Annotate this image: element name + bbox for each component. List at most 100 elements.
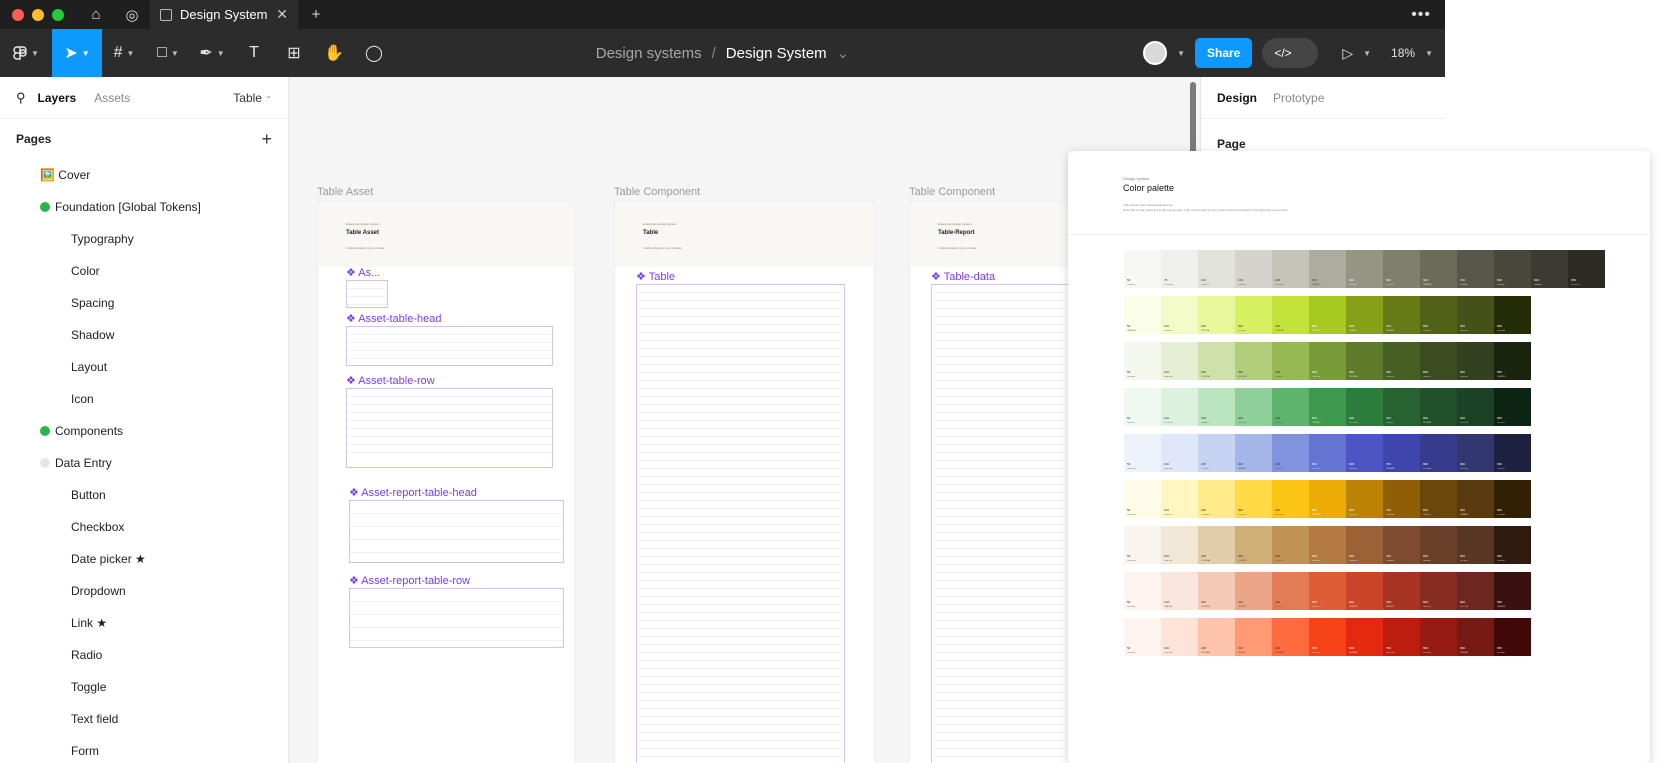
close-tab-icon[interactable]: ✕	[276, 6, 288, 23]
color-swatch[interactable]: 500 #A8C922	[1309, 296, 1346, 334]
color-swatch[interactable]: 700 #485F24	[1383, 342, 1420, 380]
share-button[interactable]: Share	[1194, 38, 1253, 68]
color-ramp[interactable]: 50 #F4F8EC 100 #E6EFD4 200 #CFE1AB 300 #B2CE7A 4…	[1124, 342, 1531, 380]
tab-prototype[interactable]: Prototype	[1273, 91, 1324, 105]
page-item[interactable]: Layout	[0, 351, 288, 383]
tab-assets[interactable]: Assets	[94, 91, 130, 105]
color-swatch[interactable]: 950 #410808	[1494, 618, 1531, 656]
color-swatch[interactable]: 900 #3B3B31	[1531, 250, 1568, 288]
frame-label[interactable]: Table Asset	[317, 186, 373, 198]
page-item[interactable]: Radio	[0, 639, 288, 671]
color-swatch[interactable]: 200 #BBE4C1	[1198, 388, 1235, 426]
color-swatch[interactable]: 300 #ECA687	[1235, 572, 1272, 610]
chevron-down-icon[interactable]: ▼	[1363, 49, 1371, 58]
color-swatch[interactable]: 800 #3B4C21	[1420, 342, 1457, 380]
color-swatch[interactable]: 600 #6B6B5A	[1420, 250, 1457, 288]
color-swatch[interactable]: 400 #959584	[1346, 250, 1383, 288]
component-preview[interactable]	[346, 280, 388, 308]
page-item[interactable]: 🖼️ Cover	[0, 159, 288, 191]
page-item[interactable]: Typography	[0, 223, 288, 255]
color-swatch[interactable]: 500 #6573D3	[1309, 434, 1346, 472]
maximize-window-button[interactable]	[52, 8, 64, 21]
home-icon[interactable]: ⌂	[78, 0, 114, 29]
color-ramp[interactable]: 50 #FEFBE8 100 #FFF6C2 200 #FFEB89 300 #FFD946 4…	[1124, 480, 1531, 518]
frame-tool-button[interactable]: # ▼	[102, 29, 146, 77]
chevron-down-icon[interactable]: ▼	[1177, 49, 1185, 58]
color-swatch[interactable]: 400 #8193DE	[1272, 434, 1309, 472]
color-ramp[interactable]: 50 #EEF2FB 100 #E0E7F8 200 #C7D3F2 300 #A5B6E9 4…	[1124, 434, 1531, 472]
color-swatch[interactable]: 800 #373B8D	[1420, 434, 1457, 472]
color-swatch[interactable]: 600 #9B6236	[1346, 526, 1383, 564]
page-item[interactable]: Form	[0, 735, 288, 763]
component-preview[interactable]	[349, 588, 564, 648]
page-select[interactable]: Table ⌃	[233, 91, 272, 105]
color-swatch[interactable]: 600 #BC8203	[1346, 480, 1383, 518]
color-swatch[interactable]: 700 #667A16	[1383, 296, 1420, 334]
search-icon[interactable]: ⚲	[16, 90, 26, 106]
color-swatch[interactable]: 200 #C7D3F2	[1198, 434, 1235, 472]
color-swatch[interactable]: 300 #A5B6E9	[1235, 434, 1272, 472]
color-swatch[interactable]: 50 #F9F5EE	[1124, 526, 1161, 564]
main-menu-button[interactable]: ▼	[0, 29, 52, 77]
color-swatch[interactable]: 400 #E37C56	[1272, 572, 1309, 610]
page-item[interactable]: Foundation [Global Tokens]	[0, 191, 288, 223]
component-label[interactable]: ❖ Table-data	[931, 270, 995, 283]
color-swatch[interactable]: 50 #FAFDE8	[1124, 296, 1161, 334]
color-ramp[interactable]: 50 #FDF4EF 100 #FAE6DC 200 #F4CAB6 300 #ECA687 4…	[1124, 572, 1531, 610]
color-ramp[interactable]: 50 #F6F6F4 75 #EFEFEB 100 #E2E2DC 150 #D4D4CC 20…	[1124, 250, 1605, 288]
color-swatch[interactable]: 800 #951B14	[1420, 618, 1457, 656]
color-swatch[interactable]: 900 #323770	[1457, 434, 1494, 472]
color-swatch[interactable]: 500 #789C38	[1309, 342, 1346, 380]
color-swatch[interactable]: 100 #FFE3D6	[1161, 618, 1198, 656]
color-swatch[interactable]: 950 #242D08	[1494, 296, 1531, 334]
color-swatch[interactable]: 100 #E6EFD4	[1161, 342, 1198, 380]
page-item[interactable]: Toggle	[0, 671, 288, 703]
color-swatch[interactable]: 400 #FCC414	[1272, 480, 1309, 518]
color-swatch[interactable]: 50 #FEFBE8	[1124, 480, 1161, 518]
text-tool-button[interactable]: T	[234, 29, 274, 77]
color-swatch[interactable]: 700 #7E4B2F	[1383, 526, 1420, 564]
frame-table-component[interactable]: Enterprise design system Table A table d…	[614, 201, 875, 763]
color-swatch[interactable]: 50 #F0F9F1	[1124, 388, 1161, 426]
color-swatch[interactable]: 600 #CA4428	[1346, 572, 1383, 610]
component-label[interactable]: ❖ Asset-table-row	[346, 374, 435, 387]
color-swatch[interactable]: 200 #E1CDAA	[1198, 526, 1235, 564]
color-swatch[interactable]: 950 #1F2141	[1494, 434, 1531, 472]
tab-design[interactable]: Design	[1217, 91, 1257, 105]
frame-table-asset[interactable]: Enterprise design system Table Asset A t…	[317, 201, 575, 763]
hand-tool-button[interactable]: ✋	[314, 29, 354, 77]
color-swatch[interactable]: 900 #781A14	[1457, 618, 1494, 656]
page-item[interactable]: Icon	[0, 383, 288, 415]
color-swatch[interactable]: 950 #1A230D	[1494, 342, 1531, 380]
component-label[interactable]: ❖ Table	[636, 270, 675, 283]
minimize-window-button[interactable]	[32, 8, 44, 21]
resources-button[interactable]: ⊞	[274, 29, 314, 77]
color-swatch[interactable]: 900 #334120	[1457, 342, 1494, 380]
page-item[interactable]: Shadow	[0, 319, 288, 351]
color-swatch[interactable]: 100 #E0E7F8	[1161, 434, 1198, 472]
color-swatch[interactable]: 600 #4D55C5	[1346, 434, 1383, 472]
color-swatch[interactable]: 400 #FD6A3D	[1272, 618, 1309, 656]
color-ramp[interactable]: 50 #F0F9F1 100 #DCF2DF 200 #BBE4C1 300 #8FCF99 4…	[1124, 388, 1531, 426]
color-swatch[interactable]: 700 #8F5E06	[1383, 480, 1420, 518]
color-swatch[interactable]: 500 #3D9A4D	[1309, 388, 1346, 426]
component-preview[interactable]	[346, 388, 553, 468]
file-name[interactable]: Design System	[726, 45, 827, 62]
color-swatch[interactable]: 400 #C09253	[1272, 526, 1309, 564]
chevron-down-icon[interactable]: ▼	[1425, 49, 1433, 58]
color-swatch[interactable]: 700 #585849	[1457, 250, 1494, 288]
color-swatch[interactable]: 900 #6C2720	[1457, 572, 1494, 610]
page-item[interactable]: Spacing	[0, 287, 288, 319]
color-swatch[interactable]: 500 #ECAB07	[1309, 480, 1346, 518]
dev-mode-toggle[interactable]: </>	[1262, 38, 1319, 68]
comment-tool-button[interactable]: ◯	[354, 29, 394, 77]
color-palette-preview[interactable]: Design system Color palette This version…	[1068, 151, 1650, 763]
move-tool-button[interactable]: ➤ ▼	[52, 29, 102, 77]
tab-design-system[interactable]: Design System ✕	[150, 0, 298, 29]
color-swatch[interactable]: 50 #F6F6F4	[1124, 250, 1161, 288]
color-swatch[interactable]: 600 #5D7B2A	[1346, 342, 1383, 380]
color-swatch[interactable]: 50 #FFF3EE	[1124, 618, 1161, 656]
color-swatch[interactable]: 200 #FFEB89	[1198, 480, 1235, 518]
project-name[interactable]: Design systems	[596, 45, 702, 62]
color-swatch[interactable]: 500 #F64318	[1309, 618, 1346, 656]
